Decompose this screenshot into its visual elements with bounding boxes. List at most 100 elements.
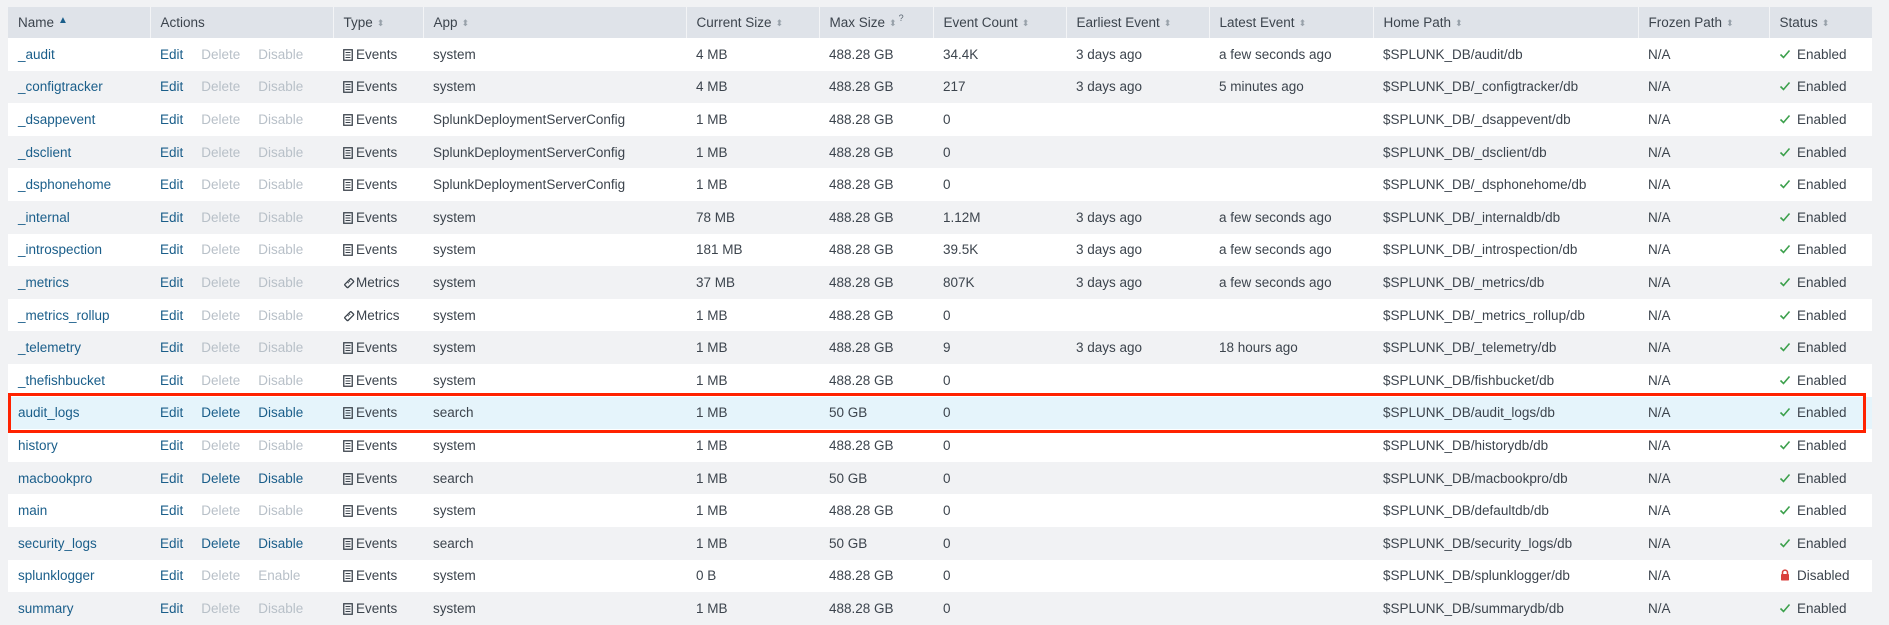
disable-action[interactable]: Disable [258,405,303,420]
events-icon [343,81,353,94]
edit-action[interactable]: Edit [160,373,183,388]
cell-max-size: 488.28 GB [819,592,933,625]
check-icon [1779,146,1791,158]
cell-actions: Edit Delete Disable [150,429,333,462]
table-row: splunklogger Edit Delete Enable Events system… [8,559,1872,593]
index-name-link[interactable]: _introspection [18,242,102,257]
edit-action[interactable]: Edit [160,471,183,486]
events-icon [343,602,353,615]
delete-action: Delete [201,79,241,95]
cell-actions: Edit Delete Disable [150,298,333,332]
edit-action[interactable]: Edit [160,210,183,225]
cell-latest-event: a few seconds ago [1209,200,1373,234]
cell-home-path: $SPLUNK_DB/audit/db [1373,38,1638,71]
disable-action: Disable [258,340,304,356]
edit-action[interactable]: Edit [160,145,183,160]
column-header-event-count[interactable]: Event Count ⬍ [933,7,1067,38]
delete-action: Delete [201,568,241,584]
table-row: _telemetry Edit Delete Disable Events system 1… [8,331,1872,364]
cell-max-size: 488.28 GB [819,494,933,527]
help-icon[interactable]: ? [899,13,904,23]
cell-frozen-path: N/A [1638,526,1769,560]
table-row: audit_logs Edit Delete Disable Events search 1… [8,396,1872,430]
table-row: _metrics Edit Delete Disable Metrics system 37… [8,266,1872,299]
cell-earliest-event [1066,168,1209,201]
edit-action[interactable]: Edit [160,405,183,420]
cell-current-size: 1 MB [686,298,819,332]
index-name-link[interactable]: _telemetry [18,340,81,355]
cell-frozen-path: N/A [1638,135,1769,169]
column-header-frozen-path[interactable]: Frozen Path ⬍ [1638,7,1770,38]
edit-action[interactable]: Edit [160,438,183,453]
index-name-link[interactable]: history [18,438,58,453]
column-header-type[interactable]: Type ⬍ [333,7,424,38]
index-name-link[interactable]: _thefishbucket [18,373,105,388]
edit-action[interactable]: Edit [160,503,183,518]
delete-action[interactable]: Delete [201,405,240,420]
cell-name: summary [8,592,150,625]
edit-action[interactable]: Edit [160,275,183,290]
column-header-app[interactable]: App ⬍ [423,7,687,38]
check-icon [1779,504,1791,516]
index-name-link[interactable]: _internal [18,210,70,225]
edit-action[interactable]: Edit [160,112,183,127]
index-name-link[interactable]: _metrics [18,275,69,290]
cell-max-size: 488.28 GB [819,103,933,136]
edit-action[interactable]: Edit [160,568,183,583]
cell-earliest-event: 3 days ago [1066,200,1209,234]
cell-home-path: $SPLUNK_DB/historydb/db [1373,429,1638,462]
index-name-link[interactable]: _audit [18,47,55,62]
table-row: _dsappevent Edit Delete Disable Events Splunk… [8,103,1872,136]
index-name-link[interactable]: macbookpro [18,471,92,486]
events-icon [343,114,353,126]
events-icon [343,146,353,159]
status-label: Enabled [1797,111,1847,127]
index-name-link[interactable]: summary [18,601,74,616]
status-label: Enabled [1797,437,1847,453]
disable-action[interactable]: Disable [258,471,303,486]
cell-latest-event [1209,429,1373,462]
index-name-link[interactable]: _configtracker [18,79,103,94]
index-name-link[interactable]: security_logs [18,536,97,551]
delete-action[interactable]: Delete [201,471,240,486]
status-label: Enabled [1797,274,1847,290]
cell-current-size: 1 MB [686,526,819,560]
cell-current-size: 1 MB [686,396,819,430]
column-header-status[interactable]: Status ⬍ [1769,7,1872,38]
delete-action[interactable]: Delete [201,536,240,551]
column-header-current-size[interactable]: Current Size ⬍ [686,7,820,38]
sort-icon: ⬍ [461,18,470,28]
column-header-max-size[interactable]: Max Size ⬍? [819,7,934,38]
events-icon [343,244,353,257]
cell-name: history [8,429,150,462]
index-name-link[interactable]: splunklogger [18,568,95,583]
disable-action[interactable]: Disable [258,536,303,551]
edit-action[interactable]: Edit [160,79,183,94]
cell-home-path: $SPLUNK_DB/_dsclient/db [1373,135,1638,169]
cell-name: _metrics [8,266,150,299]
edit-action[interactable]: Edit [160,601,183,616]
edit-action[interactable]: Edit [160,47,183,62]
column-header-name[interactable]: Name ▲ [8,7,151,38]
edit-action[interactable]: Edit [160,340,183,355]
cell-event-count: 0 [933,168,1066,201]
column-header-latest-event[interactable]: Latest Event ⬍ [1209,7,1374,38]
column-header-earliest-event[interactable]: Earliest Event ⬍ [1066,7,1210,38]
status-label: Enabled [1797,79,1847,95]
edit-action[interactable]: Edit [160,536,183,551]
index-name-link[interactable]: _dsphonehome [18,177,111,192]
index-name-link[interactable]: _dsclient [18,145,71,160]
edit-action[interactable]: Edit [160,177,183,192]
disable-action: Disable [258,503,304,519]
edit-action[interactable]: Edit [160,308,183,323]
index-name-link[interactable]: main [18,503,47,518]
index-name-link[interactable]: _dsappevent [18,112,95,127]
cell-event-count: 0 [933,135,1066,169]
cell-frozen-path: N/A [1638,331,1769,364]
edit-action[interactable]: Edit [160,242,183,257]
column-header-home-path[interactable]: Home Path ⬍ [1373,7,1639,38]
index-name-link[interactable]: _metrics_rollup [18,308,110,323]
cell-max-size: 488.28 GB [819,429,933,462]
index-name-link[interactable]: audit_logs [18,405,80,420]
cell-name: _configtracker [8,70,150,104]
